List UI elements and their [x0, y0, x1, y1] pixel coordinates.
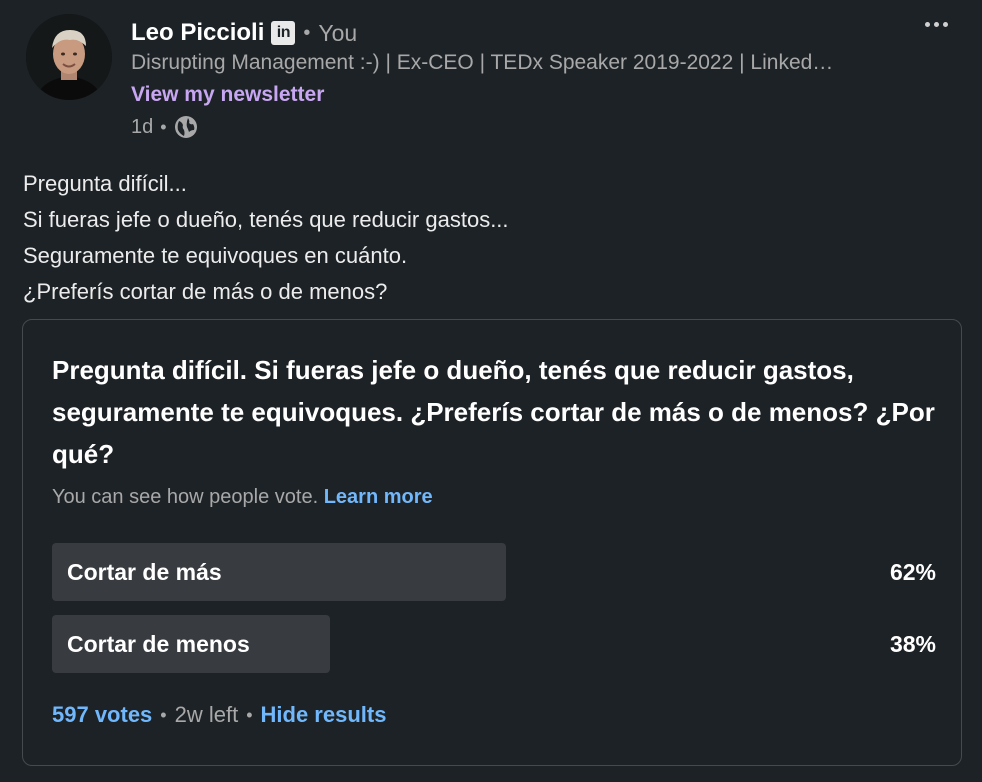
votes-count-link[interactable]: 597 votes [52, 702, 152, 728]
learn-more-link[interactable]: Learn more [324, 486, 433, 508]
poll-card: Pregunta difícil. Si fueras jefe o dueño… [22, 319, 962, 766]
author-relation: You [318, 19, 358, 46]
more-options-icon [942, 21, 948, 27]
separator-dot: • [303, 21, 311, 44]
more-options-button[interactable] [918, 12, 954, 36]
more-options-icon [933, 21, 939, 27]
poll-option-label: Cortar de menos [67, 631, 250, 657]
poll-option-cortar-de-menos[interactable]: Cortar de menos 38% [52, 615, 936, 673]
avatar[interactable] [26, 14, 112, 100]
poll-notice-text: You can see how people vote. [52, 486, 319, 508]
more-options-icon [924, 21, 930, 27]
poll-time-left: 2w left [174, 702, 239, 727]
hide-results-link[interactable]: Hide results [261, 702, 387, 728]
poll-option-percent: 38% [889, 631, 936, 657]
separator-dot: • [246, 704, 253, 725]
poll-question: Pregunta difícil. Si fueras jefe o dueño… [52, 355, 935, 469]
post-line: Seguramente te equivoques en cuánto. [23, 243, 408, 268]
poll-option-label: Cortar de más [67, 559, 222, 585]
poll-option-cortar-de-mas[interactable]: Cortar de más 62% [52, 543, 936, 601]
author-name[interactable]: Leo Piccioli [131, 19, 264, 47]
globe-icon [174, 116, 197, 138]
post-line: Si fueras jefe o dueño, tenés que reduci… [23, 207, 509, 232]
linkedin-badge-icon: in [271, 21, 296, 45]
author-row: Leo Piccioli in • You [131, 17, 357, 49]
author-headline[interactable]: Disrupting Management :-) | Ex-CEO | TED… [131, 51, 891, 75]
separator-dot: • [160, 704, 167, 725]
linkedin-poll-post: Leo Piccioli in • You Disrupting Managem… [0, 0, 982, 782]
poll-footer: 597 votes • 2w left • Hide results [52, 702, 386, 728]
post-meta: 1d • [131, 115, 198, 139]
post-body: Pregunta difícil... Si fueras jefe o due… [23, 166, 963, 310]
poll-notice: You can see how people vote. Learn more [52, 486, 433, 509]
post-line: ¿Preferís cortar de más o de menos? [23, 279, 388, 304]
post-line: Pregunta difícil... [23, 171, 187, 196]
poll-option-percent: 62% [889, 559, 936, 585]
post-timestamp: 1d [131, 115, 154, 138]
separator-dot: • [160, 116, 167, 137]
newsletter-link[interactable]: View my newsletter [131, 83, 324, 107]
